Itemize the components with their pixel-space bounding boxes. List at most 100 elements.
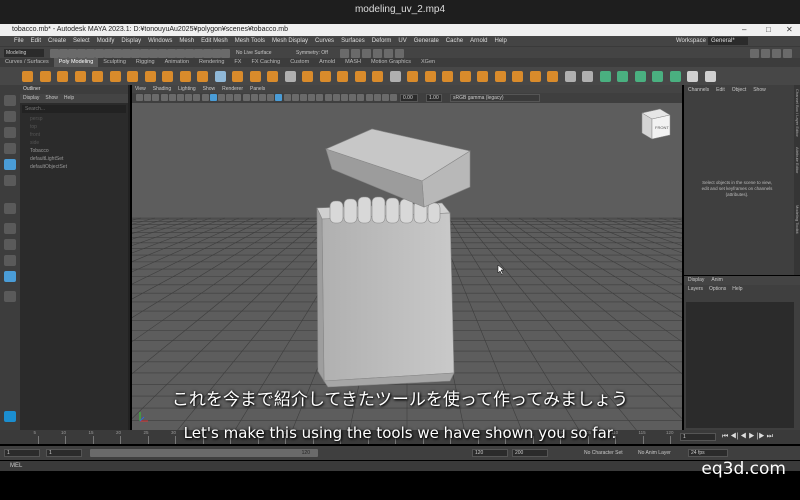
scale-tool-icon[interactable] <box>4 175 16 186</box>
outliner-menu-show[interactable]: Show <box>45 95 58 101</box>
shelf-tool-icon[interactable] <box>564 71 576 82</box>
viewport-tool-icon[interactable] <box>324 94 332 101</box>
panel-toggle-icon[interactable] <box>750 49 759 58</box>
viewport-menu-lighting[interactable]: Lighting <box>178 86 196 92</box>
shelf-tool-icon[interactable] <box>582 71 593 82</box>
outliner-item[interactable]: front <box>20 131 128 139</box>
move-tool-icon[interactable] <box>4 143 16 154</box>
status-tool-icon[interactable] <box>95 49 104 58</box>
viewport-tool-icon[interactable] <box>250 94 258 101</box>
layer-menu-help[interactable]: Help <box>732 286 742 292</box>
viewport-tool-icon[interactable] <box>259 94 266 101</box>
channel-tab-show[interactable]: Show <box>753 87 766 93</box>
outliner-search-input[interactable]: Search... <box>22 105 126 113</box>
shelf-tool-icon[interactable] <box>704 71 716 82</box>
shelf-tool-icon[interactable] <box>39 71 51 82</box>
menu-modify[interactable]: Modify <box>97 38 115 44</box>
menu-create[interactable]: Create <box>48 38 66 44</box>
menu-cache[interactable]: Cache <box>446 38 463 44</box>
status-tool-icon[interactable] <box>131 49 140 58</box>
shelf-tool-icon[interactable] <box>144 71 156 82</box>
viewport-tool-icon[interactable] <box>234 94 242 101</box>
viewport-tool-icon[interactable] <box>242 94 250 101</box>
menu-edit-mesh[interactable]: Edit Mesh <box>201 38 228 44</box>
viewport-tool-icon[interactable] <box>193 94 201 101</box>
shelf-tab-animation[interactable]: Animation <box>160 58 194 67</box>
render-tool-icon[interactable] <box>351 49 360 58</box>
panel-toggle-icon[interactable] <box>783 49 792 58</box>
shelf-tool-icon[interactable] <box>687 71 698 82</box>
shelf-tool-icon[interactable] <box>442 71 453 82</box>
shelf-tool-icon[interactable] <box>354 71 366 82</box>
channel-tab-object[interactable]: Object <box>732 87 746 93</box>
status-tool-icon[interactable] <box>140 49 149 58</box>
shelf-tab-rendering[interactable]: Rendering <box>194 58 229 67</box>
status-tool-icon[interactable] <box>113 49 122 58</box>
viewport-menu-view[interactable]: View <box>135 86 146 92</box>
outliner-item[interactable]: top <box>20 123 128 131</box>
zoom-icon[interactable] <box>4 291 16 302</box>
shelf-tab-xgen[interactable]: XGen <box>416 58 440 67</box>
fps-dropdown[interactable]: 24 fps <box>688 449 728 457</box>
start-frame-field[interactable]: 1 <box>4 449 40 457</box>
side-tab-channel-box-layer-editor[interactable]: Channel Box / Layer Editor <box>795 89 800 145</box>
shelf-tool-icon[interactable] <box>179 71 191 82</box>
shelf-tool-icon[interactable] <box>407 71 418 82</box>
symmetry-dropdown[interactable]: Symmetry: Off <box>296 49 328 57</box>
range-end-field[interactable]: 120 <box>472 449 508 457</box>
outliner-item[interactable]: Tobacco <box>20 147 128 155</box>
status-tool-icon[interactable] <box>68 49 77 58</box>
status-tool-icon[interactable] <box>212 49 221 58</box>
shelf-tool-icon[interactable] <box>127 71 138 82</box>
shelf-tool-icon[interactable] <box>74 71 86 82</box>
status-tool-icon[interactable] <box>185 49 194 58</box>
outliner-item[interactable]: defaultLightSet <box>20 155 128 163</box>
menu-curves[interactable]: Curves <box>315 38 334 44</box>
menu-deform[interactable]: Deform <box>372 38 392 44</box>
viewport-tool-icon[interactable] <box>152 94 160 101</box>
render-tool-icon[interactable] <box>340 49 349 58</box>
viewport-tool-icon[interactable] <box>160 94 168 101</box>
viewport-tool-icon[interactable] <box>341 94 348 101</box>
mode-dropdown[interactable]: Modeling <box>4 49 44 57</box>
render-tool-icon[interactable] <box>373 49 382 58</box>
shelf-tool-icon[interactable] <box>617 71 628 82</box>
persp-outliner-layout-icon[interactable] <box>4 255 16 266</box>
anim-end-field[interactable]: 200 <box>512 449 548 457</box>
viewport-tool-icon[interactable] <box>267 94 275 101</box>
shelf-tab-rigging[interactable]: Rigging <box>131 58 160 67</box>
status-tool-icon[interactable] <box>104 49 113 58</box>
status-tool-icon[interactable] <box>59 49 68 58</box>
close-button[interactable]: ✕ <box>786 24 793 36</box>
shelf-tool-icon[interactable] <box>529 71 541 82</box>
side-tab-attribute-editor[interactable]: Attribute Editor <box>795 147 800 203</box>
render-tool-icon[interactable] <box>384 49 393 58</box>
status-tool-icon[interactable] <box>86 49 95 58</box>
viewport-tool-icon[interactable] <box>168 94 176 101</box>
panel-toggle-icon[interactable] <box>761 49 770 58</box>
layer-tab-display[interactable]: Display <box>688 277 704 283</box>
viewport-tool-icon[interactable] <box>365 94 373 101</box>
outliner-item[interactable]: side <box>20 139 128 147</box>
viewport-tool-icon[interactable] <box>209 94 217 101</box>
select-tool-icon[interactable] <box>4 95 16 106</box>
layer-menu-options[interactable]: Options <box>709 286 726 292</box>
shelf-tool-icon[interactable] <box>424 71 436 82</box>
shelf-tool-icon[interactable] <box>162 71 173 82</box>
status-tool-icon[interactable] <box>149 49 158 58</box>
outliner-menu-display[interactable]: Display <box>23 95 39 101</box>
viewport-tool-icon[interactable] <box>144 94 152 101</box>
panel-toggle-icon[interactable] <box>772 49 781 58</box>
minimize-button[interactable]: – <box>742 24 746 36</box>
shelf-tool-icon[interactable] <box>372 71 383 82</box>
viewport-tool-icon[interactable] <box>275 94 283 101</box>
status-tool-icon[interactable] <box>77 49 86 58</box>
menu-edit[interactable]: Edit <box>31 38 41 44</box>
single-perspective-layout-icon[interactable] <box>4 223 16 234</box>
shelf-tool-icon[interactable] <box>197 71 208 82</box>
lasso-tool-icon[interactable] <box>4 111 16 122</box>
render-tool-icon[interactable] <box>362 49 371 58</box>
viewport-tool-icon[interactable] <box>300 94 307 101</box>
menu-display[interactable]: Display <box>121 38 141 44</box>
shelf-tab-fx-caching[interactable]: FX Caching <box>246 58 285 67</box>
